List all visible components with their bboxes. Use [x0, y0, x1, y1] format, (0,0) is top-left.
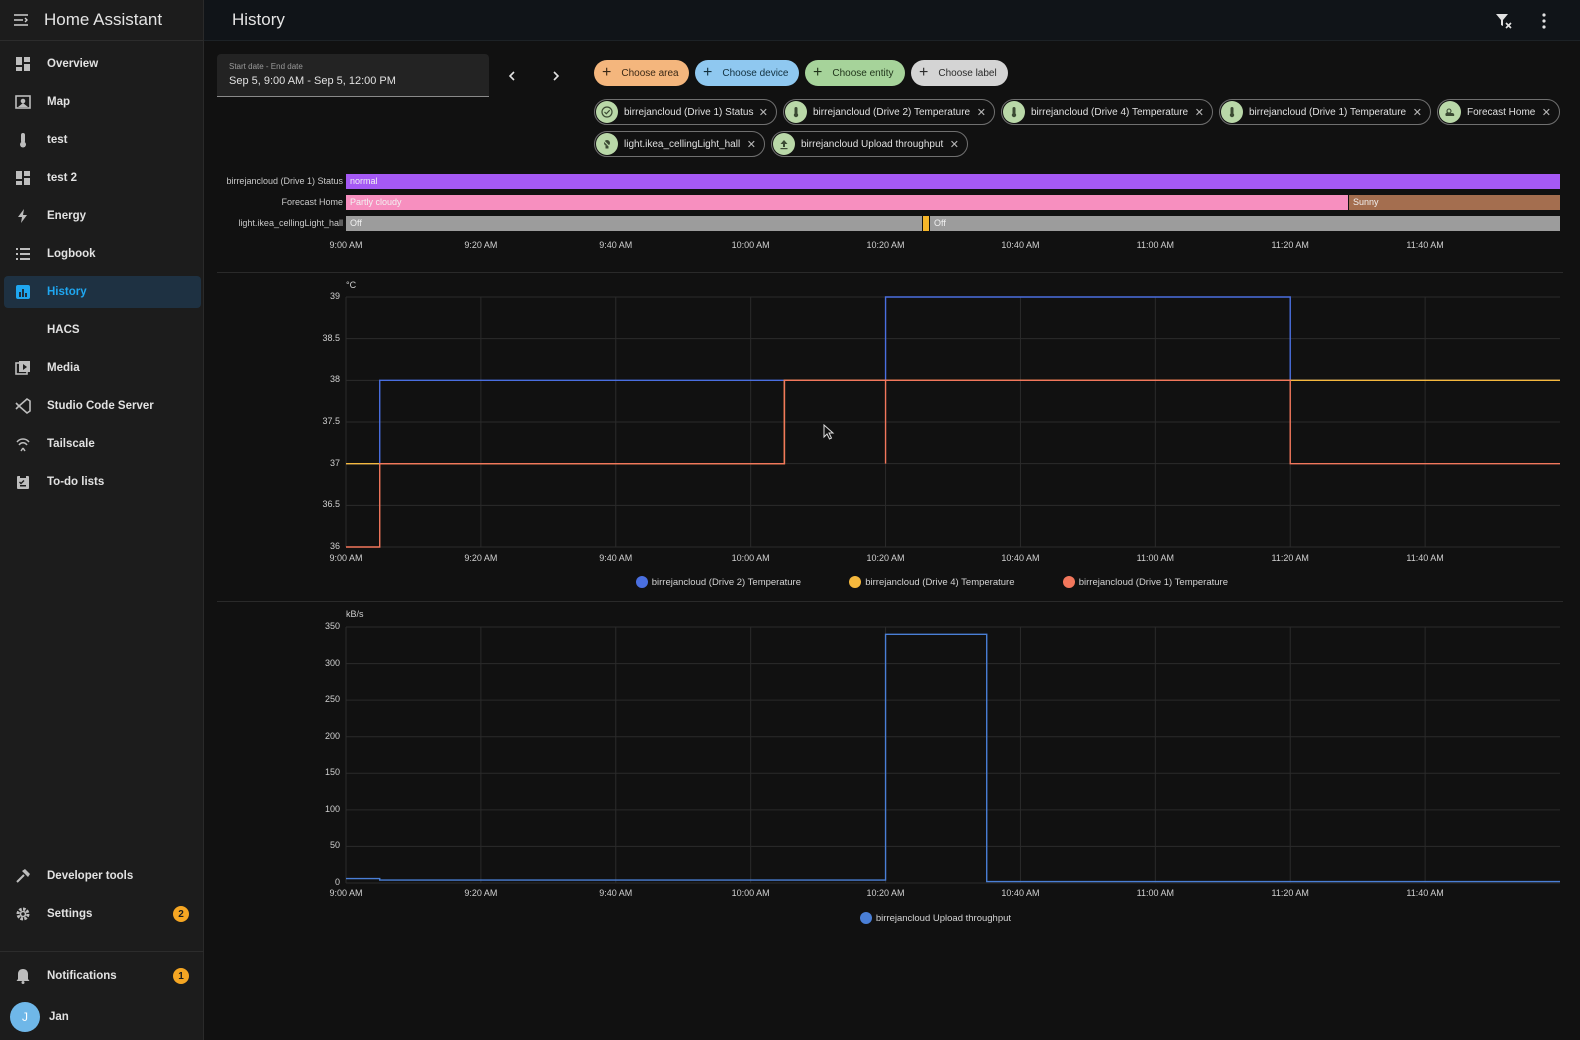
- user-name: Jan: [49, 1011, 69, 1023]
- legend-dot: [859, 912, 872, 924]
- legend-label: birrejancloud Upload throughput: [875, 912, 1012, 924]
- x-tick-label: 10:40 AM: [1001, 888, 1040, 898]
- y-tick-label: 350: [324, 621, 340, 631]
- x-tick-label: 9:40 AM: [599, 888, 633, 898]
- app-root: Home Assistant Overview Map test test 2 …: [0, 0, 1580, 1040]
- sidebar-divider: [0, 951, 204, 952]
- y-tick-label: 250: [324, 694, 340, 705]
- x-tick-label: 10:20 AM: [866, 888, 905, 898]
- legend-item[interactable]: birrejancloud Upload throughput: [859, 912, 1012, 924]
- x-tick-label: 9:20 AM: [464, 888, 498, 898]
- x-tick-label: 11:00 AM: [1136, 888, 1175, 898]
- y-tick-label: 0: [334, 877, 340, 887]
- avatar: J: [10, 1002, 40, 1032]
- y-tick-label: 200: [324, 730, 340, 741]
- notifications-badge: 1: [173, 968, 189, 984]
- x-tick-label: 10:00 AM: [731, 888, 770, 898]
- mouse-cursor-icon: [823, 424, 835, 440]
- x-tick-label: 11:20 AM: [1271, 888, 1309, 898]
- series-line[interactable]: [346, 633, 1560, 883]
- x-tick-label: 9:00 AM: [329, 888, 363, 898]
- x-tick-label: 11:40 AM: [1406, 888, 1444, 898]
- y-tick-label: 50: [329, 840, 340, 851]
- sidebar-item-label: Notifications: [47, 970, 117, 982]
- y-tick-label: 300: [324, 657, 340, 668]
- throughput-chart-plot: [345, 626, 1560, 884]
- sidebar-item-user[interactable]: J Jan: [4, 1000, 201, 1034]
- sidebar-item-notifications[interactable]: Notifications 1: [4, 960, 201, 992]
- y-tick-label: 100: [324, 803, 340, 814]
- bell-icon: [14, 967, 32, 985]
- y-tick-label: 150: [324, 767, 340, 778]
